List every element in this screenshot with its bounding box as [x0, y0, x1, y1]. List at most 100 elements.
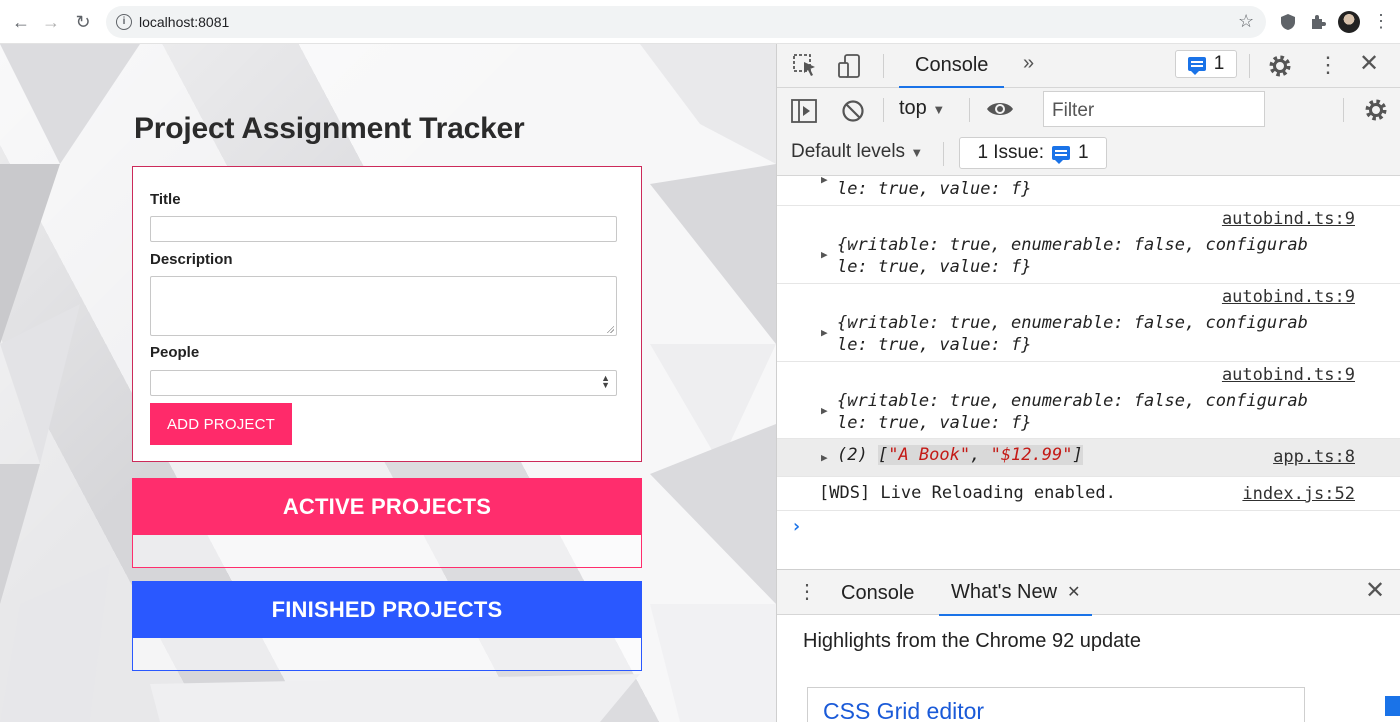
log-object-line1[interactable]: {writable: true, enumerable: false, conf…	[837, 234, 1308, 256]
log-object-line2: le: true, value: f}	[837, 257, 1032, 277]
people-number-input[interactable]: ▲ ▼	[150, 370, 617, 396]
whats-new-card[interactable]: CSS Grid editor	[807, 687, 1305, 722]
add-project-button[interactable]: ADD PROJECT	[150, 403, 292, 445]
clear-console-icon[interactable]	[841, 99, 865, 123]
console-log-entry: autobind.ts:9 ▶ {writable: true, enumera…	[777, 362, 1400, 439]
finished-projects-section: FINISHED PROJECTS	[132, 581, 642, 671]
log-message-text: [WDS] Live Reloading enabled.	[819, 483, 1116, 503]
live-expression-eye-icon[interactable]	[985, 99, 1015, 119]
show-sidebar-icon[interactable]	[791, 99, 817, 123]
drawer-menu-icon[interactable]: ⋮	[797, 582, 817, 602]
log-object-line1[interactable]: {writable: true, enumerable: false, conf…	[837, 312, 1308, 334]
scroll-edge-marker	[1385, 696, 1400, 716]
log-object-line1[interactable]: {writable: true, enumerable: false, conf…	[837, 390, 1308, 412]
toolbar-separator	[1249, 54, 1250, 78]
devtools-main-toolbar: Console » 1 ⋮ ✕	[777, 44, 1400, 88]
filter-placeholder: Filter	[1052, 100, 1095, 121]
title-label: Title	[150, 191, 181, 208]
whats-new-heading: Highlights from the Chrome 92 update	[803, 630, 1141, 652]
close-drawer-icon[interactable]: ✕	[1365, 579, 1385, 603]
console-settings-gear-icon[interactable]	[1363, 97, 1389, 123]
log-source-link[interactable]: app.ts:8	[1273, 447, 1355, 467]
issue-message-icon	[1051, 146, 1070, 164]
toolbar-separator	[883, 98, 884, 122]
issues-label: 1 Issue:	[977, 142, 1044, 163]
dropdown-arrow-icon: ▼	[910, 145, 924, 160]
context-value: top	[899, 97, 927, 119]
log-source-link[interactable]: autobind.ts:9	[1222, 365, 1355, 385]
drawer-tab-whats-new-label: What's New	[951, 580, 1058, 603]
app-title: Project Assignment Tracker	[134, 112, 525, 145]
profile-avatar[interactable]	[1338, 11, 1360, 33]
drawer-tab-whats-new[interactable]: What's New ✕	[939, 570, 1093, 616]
bookmark-star-icon[interactable]: ☆	[1238, 12, 1254, 30]
console-prompt-icon[interactable]: ›	[791, 516, 802, 537]
log-levels-label: Default levels	[791, 141, 906, 162]
reload-icon[interactable]: ↻	[72, 11, 94, 33]
log-array-text[interactable]: (2) ["A Book", "$12.99"]	[837, 445, 1083, 465]
console-messages-badge[interactable]: 1	[1175, 50, 1237, 78]
puzzle-extensions-icon[interactable]	[1308, 12, 1328, 32]
browser-menu-icon[interactable]: ⋮	[1372, 10, 1390, 32]
context-selector[interactable]: top ▼	[899, 97, 945, 120]
shield-extension-icon[interactable]	[1278, 12, 1298, 32]
filter-input[interactable]: Filter	[1043, 91, 1265, 127]
finished-projects-heading: FINISHED PROJECTS	[133, 582, 641, 638]
address-bar[interactable]: i localhost:8081	[106, 6, 1266, 38]
array-open-bracket: [	[877, 445, 889, 465]
log-source-link[interactable]: autobind.ts:9	[1222, 209, 1355, 229]
console-log-entry: autobind.ts:9 ▶ {writable: true, enumera…	[777, 206, 1400, 284]
forward-arrow-icon[interactable]: →	[40, 11, 62, 33]
expand-triangle-icon[interactable]: ▶	[821, 177, 828, 186]
close-devtools-icon[interactable]: ✕	[1359, 52, 1379, 76]
toolbar-separator	[943, 142, 944, 166]
log-object-line2: le: true, value: f}	[837, 413, 1032, 433]
log-source-link[interactable]: autobind.ts:9	[1222, 287, 1355, 307]
console-log-entry-array: app.ts:8 ▶ (2) ["A Book", "$12.99"]	[777, 439, 1400, 477]
description-label: Description	[150, 251, 233, 268]
toolbar-separator	[883, 54, 884, 78]
expand-triangle-icon[interactable]: ▶	[821, 248, 828, 261]
device-toolbar-icon[interactable]	[837, 53, 863, 79]
issues-count: 1	[1077, 142, 1089, 163]
expand-triangle-icon[interactable]: ▶	[821, 404, 828, 417]
site-info-icon[interactable]: i	[116, 14, 132, 30]
title-input[interactable]	[150, 216, 617, 242]
drawer-tab-bar: ⋮ Console What's New ✕ ✕	[777, 569, 1400, 616]
toolbar-separator	[1343, 98, 1344, 122]
log-object-line2: le: true, value: f}	[837, 335, 1032, 355]
number-spinner-icon[interactable]: ▲ ▼	[601, 374, 610, 390]
textarea-resize-handle[interactable]	[606, 325, 614, 333]
array-length: (2)	[837, 445, 878, 465]
address-url[interactable]: localhost:8081	[139, 14, 229, 30]
log-levels-dropdown[interactable]: Default levels ▼	[791, 141, 923, 163]
console-log-entry: index.js:52 [WDS] Live Reloading enabled…	[777, 477, 1400, 511]
devtools-menu-icon[interactable]: ⋮	[1317, 54, 1339, 76]
more-tabs-icon[interactable]: »	[1023, 52, 1034, 75]
close-tab-icon[interactable]: ✕	[1067, 582, 1080, 602]
tab-console[interactable]: Console	[899, 44, 1005, 88]
drawer-tab-console[interactable]: Console	[829, 570, 926, 616]
log-object-text: le: true, value: f}	[837, 179, 1032, 199]
array-item: "$12.99"	[990, 445, 1073, 465]
array-close-bracket: ]	[1072, 445, 1083, 465]
issues-button[interactable]: 1 Issue: 1	[959, 137, 1107, 169]
dropdown-arrow-icon: ▼	[932, 102, 946, 117]
array-preview: ["A Book", "$12.99"]	[877, 445, 1083, 465]
console-log-entry: autobind.ts:9 ▶ {writable: true, enumera…	[777, 284, 1400, 362]
active-projects-section: ACTIVE PROJECTS	[132, 478, 642, 568]
inspect-element-icon[interactable]	[793, 54, 819, 78]
active-projects-heading: ACTIVE PROJECTS	[133, 479, 641, 535]
console-log-entry: ▶ le: true, value: f}	[777, 177, 1400, 206]
devtools-panel: Console » 1 ⋮ ✕ top ▼ Filter Default lev…	[776, 44, 1400, 722]
active-projects-list	[133, 535, 641, 567]
description-textarea[interactable]	[150, 276, 617, 336]
console-output: ▶ le: true, value: f} autobind.ts:9 ▶ {w…	[777, 177, 1400, 569]
log-source-link[interactable]: index.js:52	[1242, 484, 1355, 504]
back-arrow-icon[interactable]: ←	[10, 11, 32, 33]
whats-new-card-title[interactable]: CSS Grid editor	[823, 698, 984, 722]
expand-triangle-icon[interactable]: ▶	[821, 326, 828, 339]
settings-gear-icon[interactable]	[1267, 53, 1293, 79]
expand-triangle-icon[interactable]: ▶	[821, 451, 828, 464]
message-count: 1	[1213, 53, 1225, 74]
